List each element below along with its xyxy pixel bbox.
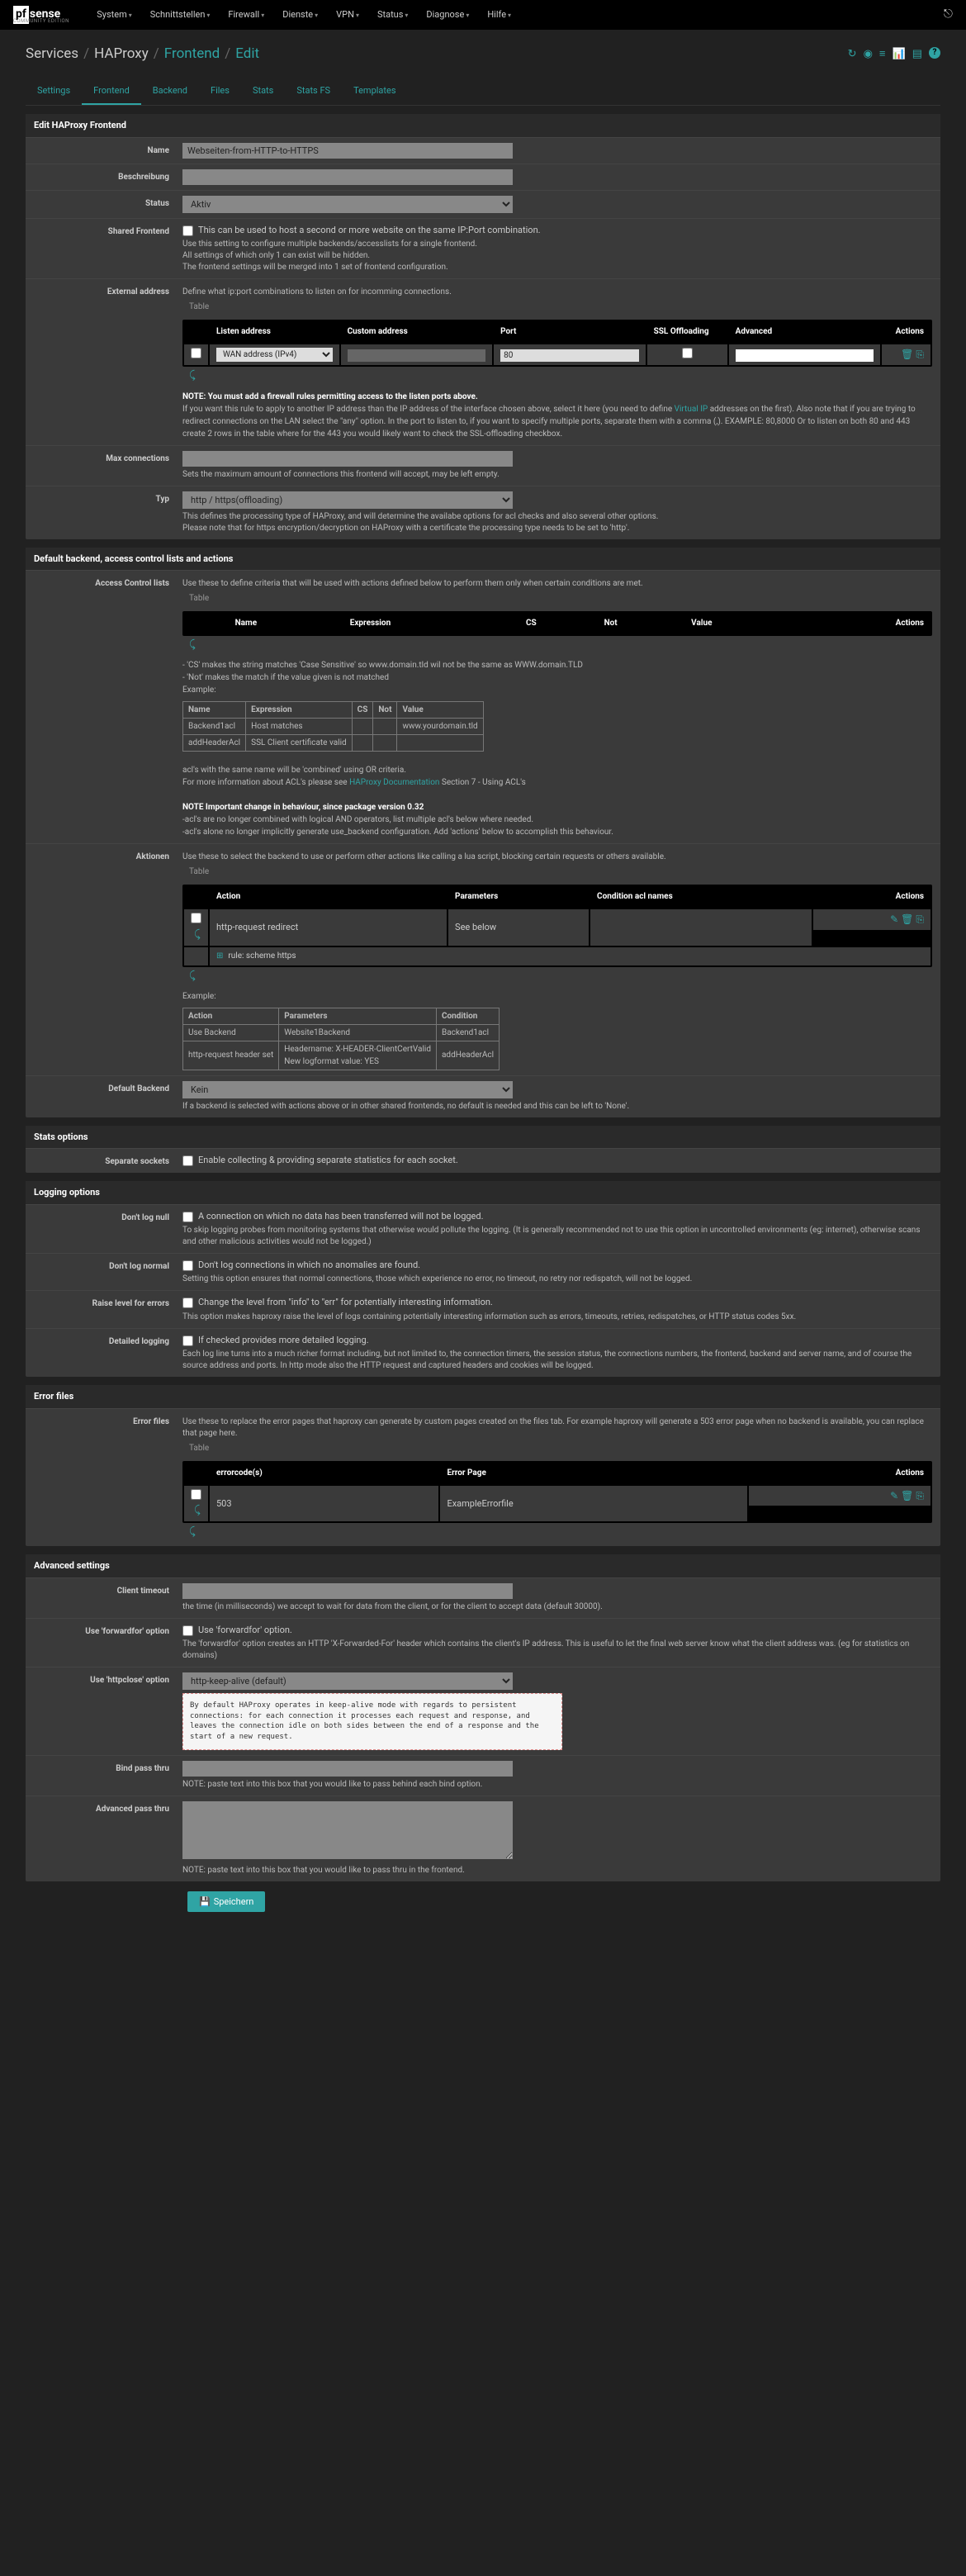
action-checkbox[interactable] (191, 913, 201, 923)
label-name: Name (34, 143, 182, 159)
menu-status[interactable]: Status (369, 3, 416, 26)
label-typ: Typ (34, 491, 182, 534)
table-label: Table (182, 298, 215, 316)
name-input[interactable] (182, 143, 513, 159)
menu-firewall[interactable]: Firewall (220, 3, 272, 26)
external-table: Listen address Custom address Port SSL O… (182, 320, 932, 367)
acl-help1: Use these to define criteria that will b… (182, 578, 932, 590)
client-timeout-input[interactable] (182, 1583, 513, 1599)
bc-edit[interactable]: Edit (235, 45, 259, 64)
lognull-checkbox[interactable] (182, 1212, 193, 1222)
listen-select[interactable]: WAN address (IPv4) (216, 348, 333, 362)
custom-addr-input[interactable] (348, 349, 486, 362)
menu-system[interactable]: System (88, 3, 140, 26)
shared-help: Use this setting to configure multiple b… (182, 239, 932, 273)
log-icon[interactable]: ▤ (912, 47, 922, 62)
menu-diagnose[interactable]: Diagnose (418, 3, 477, 26)
menu-vpn[interactable]: VPN (328, 3, 367, 26)
external-help1: Define what ip:port combinations to list… (182, 287, 932, 298)
label-max: Max connections (34, 451, 182, 481)
port-input[interactable] (500, 349, 639, 362)
actions-table: ActionParametersCondition acl namesActio… (182, 885, 932, 967)
edit-icon[interactable]: ✎ (890, 1489, 898, 1503)
status-select[interactable]: Aktiv (182, 196, 513, 213)
logout-icon[interactable]: ⎋ (944, 7, 953, 23)
error-table: errorcode(s)Error PageActions ⤹ 503 Exam… (182, 1461, 932, 1524)
edition-label: COMMUNITY EDITION (13, 18, 69, 25)
tab-backend[interactable]: Backend (141, 78, 199, 105)
breadcrumb: Services / HAProxy / Frontend / Edit ↻ ◉… (26, 36, 940, 73)
restart-icon[interactable]: ↻ (848, 47, 857, 62)
default-backend-select[interactable]: Kein (182, 1081, 513, 1098)
save-icon: 💾 (199, 1896, 211, 1907)
desc-input[interactable] (182, 169, 513, 185)
tab-stats[interactable]: Stats (241, 78, 285, 105)
label-acl: Access Control lists (34, 576, 182, 838)
copy-icon[interactable]: ⎘ (916, 1489, 924, 1503)
label-external: External address (34, 284, 182, 440)
bc-haproxy[interactable]: HAProxy (94, 45, 149, 64)
tab-files[interactable]: Files (199, 78, 241, 105)
label-status: Status (34, 196, 182, 213)
delete-icon[interactable]: 🗑 (901, 913, 913, 927)
tab-frontend[interactable]: Frontend (82, 78, 141, 105)
label-shared: Shared Frontend (34, 224, 182, 273)
graph-icon[interactable]: 📊 (893, 47, 906, 62)
tab-statsfs[interactable]: Stats FS (285, 78, 342, 105)
advanced-input[interactable] (736, 349, 874, 362)
httpclose-note: By default HAProxy operates in keep-aliv… (182, 1693, 562, 1749)
label-aktionen: Aktionen (34, 849, 182, 1070)
detailed-checkbox[interactable] (182, 1335, 193, 1346)
stop-icon[interactable]: ◉ (864, 47, 873, 62)
max-input[interactable] (182, 451, 513, 467)
ssl-checkbox[interactable] (682, 348, 693, 358)
sep-checkbox[interactable] (182, 1155, 193, 1166)
lognorm-checkbox[interactable] (182, 1260, 193, 1271)
panel-title-edit: Edit HAProxy Frontend (26, 114, 940, 136)
typ-select[interactable]: http / https(offloading) (182, 491, 513, 509)
add-error-icon[interactable]: ⤹ (182, 1523, 202, 1541)
typ-help: This defines the processing type of HAPr… (182, 511, 932, 534)
rule-icon: ⊞ (216, 951, 223, 961)
copy-icon[interactable]: ⎘ (916, 348, 924, 362)
tab-settings[interactable]: Settings (26, 78, 82, 105)
add-action-icon[interactable]: ⤹ (182, 967, 202, 985)
panel-title-error: Error files (26, 1385, 940, 1407)
help-icon[interactable]: ? (929, 47, 940, 59)
shared-text: This can be used to host a second or mor… (198, 224, 541, 236)
bc-services[interactable]: Services (26, 45, 78, 64)
panel-title-advanced: Advanced settings (26, 1554, 940, 1577)
tabs: Settings Frontend Backend Files Stats St… (26, 78, 940, 106)
menu-services[interactable]: Dienste (274, 3, 326, 26)
row-checkbox[interactable] (191, 348, 201, 358)
panel-title-stats: Stats options (26, 1126, 940, 1148)
raise-checkbox[interactable] (182, 1297, 193, 1308)
top-menu: System Schnittstellen Firewall Dienste V… (88, 3, 519, 26)
shared-checkbox[interactable] (182, 225, 193, 236)
external-note: NOTE: You must add a firewall rules perm… (182, 391, 932, 440)
forwardfor-checkbox[interactable] (182, 1625, 193, 1636)
add-row-icon[interactable]: ⤹ (182, 367, 202, 385)
save-button[interactable]: 💾Speichern (187, 1891, 265, 1912)
copy-icon[interactable]: ⎘ (916, 913, 924, 927)
err-checkbox[interactable] (191, 1489, 201, 1500)
edit-icon[interactable]: ✎ (890, 913, 898, 927)
list-icon[interactable]: ≡ (879, 47, 886, 62)
delete-icon[interactable]: 🗑 (901, 1489, 913, 1503)
menu-interfaces[interactable]: Schnittstellen (142, 3, 219, 26)
tab-templates[interactable]: Templates (342, 78, 407, 105)
add-acl-icon[interactable]: ⤹ (182, 636, 202, 654)
label-desc: Beschreibung (34, 169, 182, 185)
menu-help[interactable]: Hilfe (479, 3, 519, 26)
bc-frontend[interactable]: Frontend (164, 45, 220, 64)
httpclose-select[interactable]: http-keep-alive (default) (182, 1672, 513, 1690)
adv-passthru-input[interactable] (182, 1801, 513, 1859)
panel-title-backend: Default backend, access control lists an… (26, 548, 940, 570)
acl-table: NameExpressionCSNotValueActions (182, 611, 932, 636)
label-default-backend: Default Backend (34, 1081, 182, 1112)
delete-icon[interactable]: 🗑 (901, 348, 913, 362)
panel-title-logging: Logging options (26, 1181, 940, 1203)
max-help: Sets the maximum amount of connections t… (182, 469, 932, 481)
bind-passthru-input[interactable] (182, 1761, 513, 1777)
